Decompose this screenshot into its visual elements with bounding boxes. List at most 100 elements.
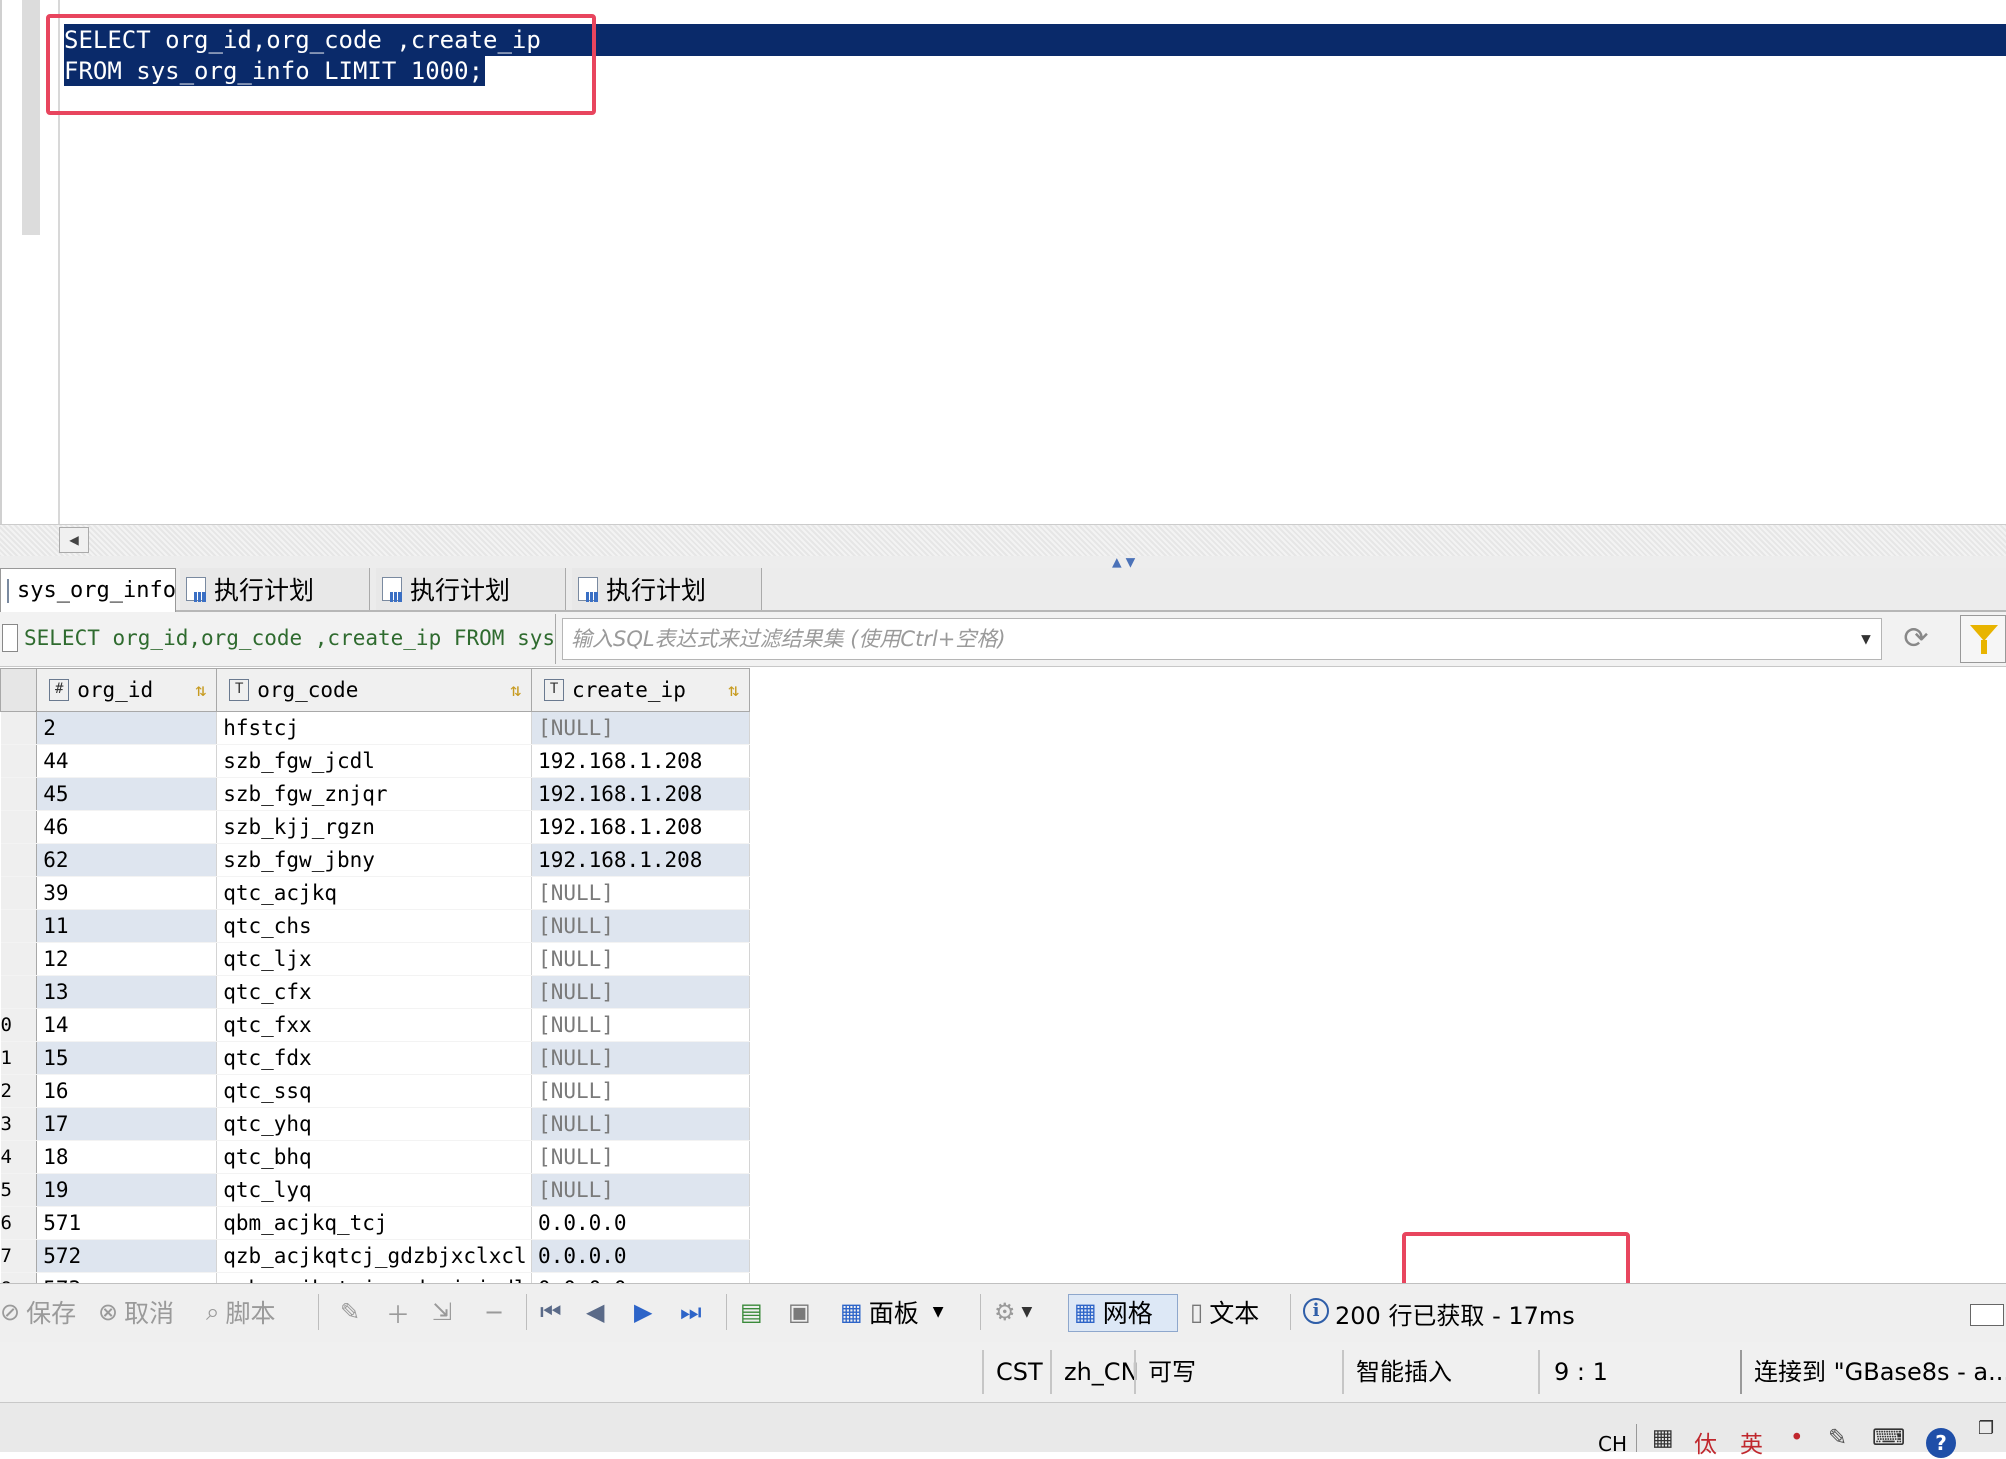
table-row[interactable]: 46 szb_kjj_rgzn 192.168.1.208 xyxy=(0,810,750,844)
cell-org-id[interactable]: 17 xyxy=(36,1107,218,1141)
sort-icon[interactable]: ⇅ xyxy=(195,680,206,701)
cell-org-code[interactable]: qzb_acjkqtcj_gdzbjxclxcl xyxy=(216,1239,533,1273)
cell-org-id[interactable]: 572 xyxy=(36,1239,218,1273)
cell-create-ip[interactable]: [NULL] xyxy=(531,711,750,745)
cell-create-ip[interactable]: [NULL] xyxy=(531,1140,750,1174)
table-row[interactable]: 2 hfstcj [NULL] xyxy=(0,711,750,745)
table-row[interactable]: 12 qtc_ljx [NULL] xyxy=(0,942,750,976)
table-row[interactable]: 2 16 qtc_ssq [NULL] xyxy=(0,1074,750,1108)
panels-button[interactable]: ▦ 面板 ▼ xyxy=(840,1290,943,1334)
panel-dropdown-icon[interactable]: ▼ xyxy=(933,1304,944,1320)
cell-org-id[interactable]: 62 xyxy=(36,843,218,877)
cell-create-ip[interactable]: 0.0.0.0 xyxy=(531,1239,750,1273)
table-row[interactable]: 0 14 qtc_fxx [NULL] xyxy=(0,1008,750,1042)
table-row[interactable]: 1 15 qtc_fdx [NULL] xyxy=(0,1041,750,1075)
refresh-icon[interactable]: ⟳ xyxy=(1894,617,1938,661)
cell-org-code[interactable]: qbm_acjkq_tcj xyxy=(216,1206,533,1240)
cell-org-id[interactable]: 14 xyxy=(36,1008,218,1042)
add-row-button[interactable]: ＋ xyxy=(386,1290,416,1334)
cell-create-ip[interactable]: [NULL] xyxy=(531,942,750,976)
cell-org-code[interactable]: qtc_lyq xyxy=(216,1173,533,1207)
table-row[interactable]: 44 szb_fgw_jcdl 192.168.1.208 xyxy=(0,744,750,778)
filter-history-dropdown-icon[interactable]: ▼ xyxy=(1852,620,1880,658)
cell-org-id[interactable]: 19 xyxy=(36,1173,218,1207)
column-header-org-id[interactable]: # org_id ⇅ xyxy=(36,668,218,712)
delete-row-button[interactable]: − xyxy=(484,1290,510,1334)
fetch-all-button[interactable]: ▣ xyxy=(788,1290,817,1334)
cell-create-ip[interactable]: [NULL] xyxy=(531,1041,750,1075)
cell-org-id[interactable]: 18 xyxy=(36,1140,218,1174)
cell-org-code[interactable]: szb_fgw_znjqr xyxy=(216,777,533,811)
editor-horizontal-scrollbar[interactable] xyxy=(0,524,2006,557)
copy-row-button[interactable]: ⇲ xyxy=(432,1290,458,1334)
table-row[interactable]: 39 qtc_acjkq [NULL] xyxy=(0,876,750,910)
table-row[interactable]: 6 571 qbm_acjkq_tcj 0.0.0.0 xyxy=(0,1206,750,1240)
table-row[interactable]: 3 17 qtc_yhq [NULL] xyxy=(0,1107,750,1141)
ime-punctuation-icon[interactable]: • xyxy=(1790,1425,1804,1451)
previous-button[interactable]: ◀ xyxy=(586,1290,610,1334)
cell-create-ip[interactable]: [NULL] xyxy=(531,876,750,910)
cell-org-code[interactable]: hfstcj xyxy=(216,711,533,745)
ime-language[interactable]: CH xyxy=(1598,1432,1627,1456)
tab-sys-org-info[interactable]: sys_org_info xyxy=(0,568,176,612)
settings-dropdown-icon[interactable]: ▼ xyxy=(1022,1304,1033,1320)
cell-create-ip[interactable]: [NULL] xyxy=(531,975,750,1009)
table-row[interactable]: 45 szb_fgw_znjqr 192.168.1.208 xyxy=(0,777,750,811)
cell-org-id[interactable]: 39 xyxy=(36,876,218,910)
text-view-button[interactable]: ▯ 文本 xyxy=(1190,1290,1259,1334)
cell-org-code[interactable]: qtc_acjkq xyxy=(216,876,533,910)
column-header-org-code[interactable]: T org_code ⇅ xyxy=(216,668,533,712)
sort-icon[interactable]: ⇅ xyxy=(728,680,739,701)
sort-icon[interactable]: ⇅ xyxy=(510,680,521,701)
cell-org-code[interactable]: szb_fgw_jcdl xyxy=(216,744,533,778)
table-row[interactable]: 5 19 qtc_lyq [NULL] xyxy=(0,1173,750,1207)
ime-settings-icon[interactable]: ✎ xyxy=(1828,1425,1847,1451)
table-row[interactable]: 4 18 qtc_bhq [NULL] xyxy=(0,1140,750,1174)
ime-logo-icon[interactable]: 㑀 xyxy=(1694,1425,1717,1459)
help-icon[interactable]: ? xyxy=(1926,1428,1956,1458)
cell-org-id[interactable]: 16 xyxy=(36,1074,218,1108)
cell-create-ip[interactable]: [NULL] xyxy=(531,1008,750,1042)
cell-org-id[interactable]: 571 xyxy=(36,1206,218,1240)
cell-org-id[interactable]: 13 xyxy=(36,975,218,1009)
cell-org-id[interactable]: 11 xyxy=(36,909,218,943)
cell-org-code[interactable]: qtc_chs xyxy=(216,909,533,943)
cell-create-ip[interactable]: [NULL] xyxy=(531,1074,750,1108)
script-button[interactable]: ⌕ 脚本 xyxy=(206,1290,275,1334)
table-row[interactable]: 11 qtc_chs [NULL] xyxy=(0,909,750,943)
table-row[interactable]: 7 572 qzb_acjkqtcj_gdzbjxclxcl 0.0.0.0 xyxy=(0,1239,750,1273)
next-button[interactable]: ▶ xyxy=(634,1290,658,1334)
cell-org-id[interactable]: 2 xyxy=(36,711,218,745)
ime-toolbar-icon[interactable]: ▦ xyxy=(1652,1425,1674,1451)
scroll-left-arrow-icon[interactable]: ◀ xyxy=(59,527,89,553)
cell-org-code[interactable]: qtc_yhq xyxy=(216,1107,533,1141)
settings-button[interactable]: ⚙ ▼ xyxy=(994,1290,1032,1334)
edit-row-button[interactable]: ✎ xyxy=(340,1290,366,1334)
column-header-create-ip[interactable]: T create_ip ⇅ xyxy=(531,668,750,712)
cell-create-ip[interactable]: 192.168.1.208 xyxy=(531,843,750,877)
cell-org-code[interactable]: qtc_ljx xyxy=(216,942,533,976)
panel-toggle-icon[interactable] xyxy=(1970,1304,2004,1326)
table-row[interactable]: 62 szb_fgw_jbny 192.168.1.208 xyxy=(0,843,750,877)
cell-create-ip[interactable]: 192.168.1.208 xyxy=(531,744,750,778)
filter-expression-input[interactable]: 输入SQL表达式来过滤结果集 (使用Ctrl+空格) xyxy=(562,618,1882,660)
cell-create-ip[interactable]: [NULL] xyxy=(531,909,750,943)
cell-org-code[interactable]: qtc_ssq xyxy=(216,1074,533,1108)
cell-org-code[interactable]: szb_kjj_rgzn xyxy=(216,810,533,844)
cell-org-id[interactable]: 46 xyxy=(36,810,218,844)
cell-org-id[interactable]: 12 xyxy=(36,942,218,976)
result-grid[interactable]: # org_id ⇅ T org_code ⇅ T create_ip ⇅ 2h… xyxy=(0,668,750,1306)
tab-execution-plan-3[interactable]: 执行计划 xyxy=(572,568,762,610)
cell-create-ip[interactable]: 0.0.0.0 xyxy=(531,1206,750,1240)
grid-view-button[interactable]: ▦ 网格 xyxy=(1074,1290,1153,1334)
filter-funnel-icon[interactable] xyxy=(1960,615,2006,663)
export-button[interactable]: ▤ xyxy=(740,1290,769,1334)
last-page-button[interactable]: ⏭ xyxy=(680,1290,708,1334)
cell-org-code[interactable]: qtc_bhq xyxy=(216,1140,533,1174)
tab-execution-plan-2[interactable]: 执行计划 xyxy=(376,568,566,610)
ime-keyboard-icon[interactable]: ⌨ xyxy=(1872,1425,1905,1451)
cancel-button[interactable]: ⊗ 取消 xyxy=(98,1290,174,1334)
restore-window-icon[interactable]: ❐ xyxy=(1978,1418,1994,1439)
cell-org-code[interactable]: qtc_cfx xyxy=(216,975,533,1009)
cell-org-id[interactable]: 15 xyxy=(36,1041,218,1075)
